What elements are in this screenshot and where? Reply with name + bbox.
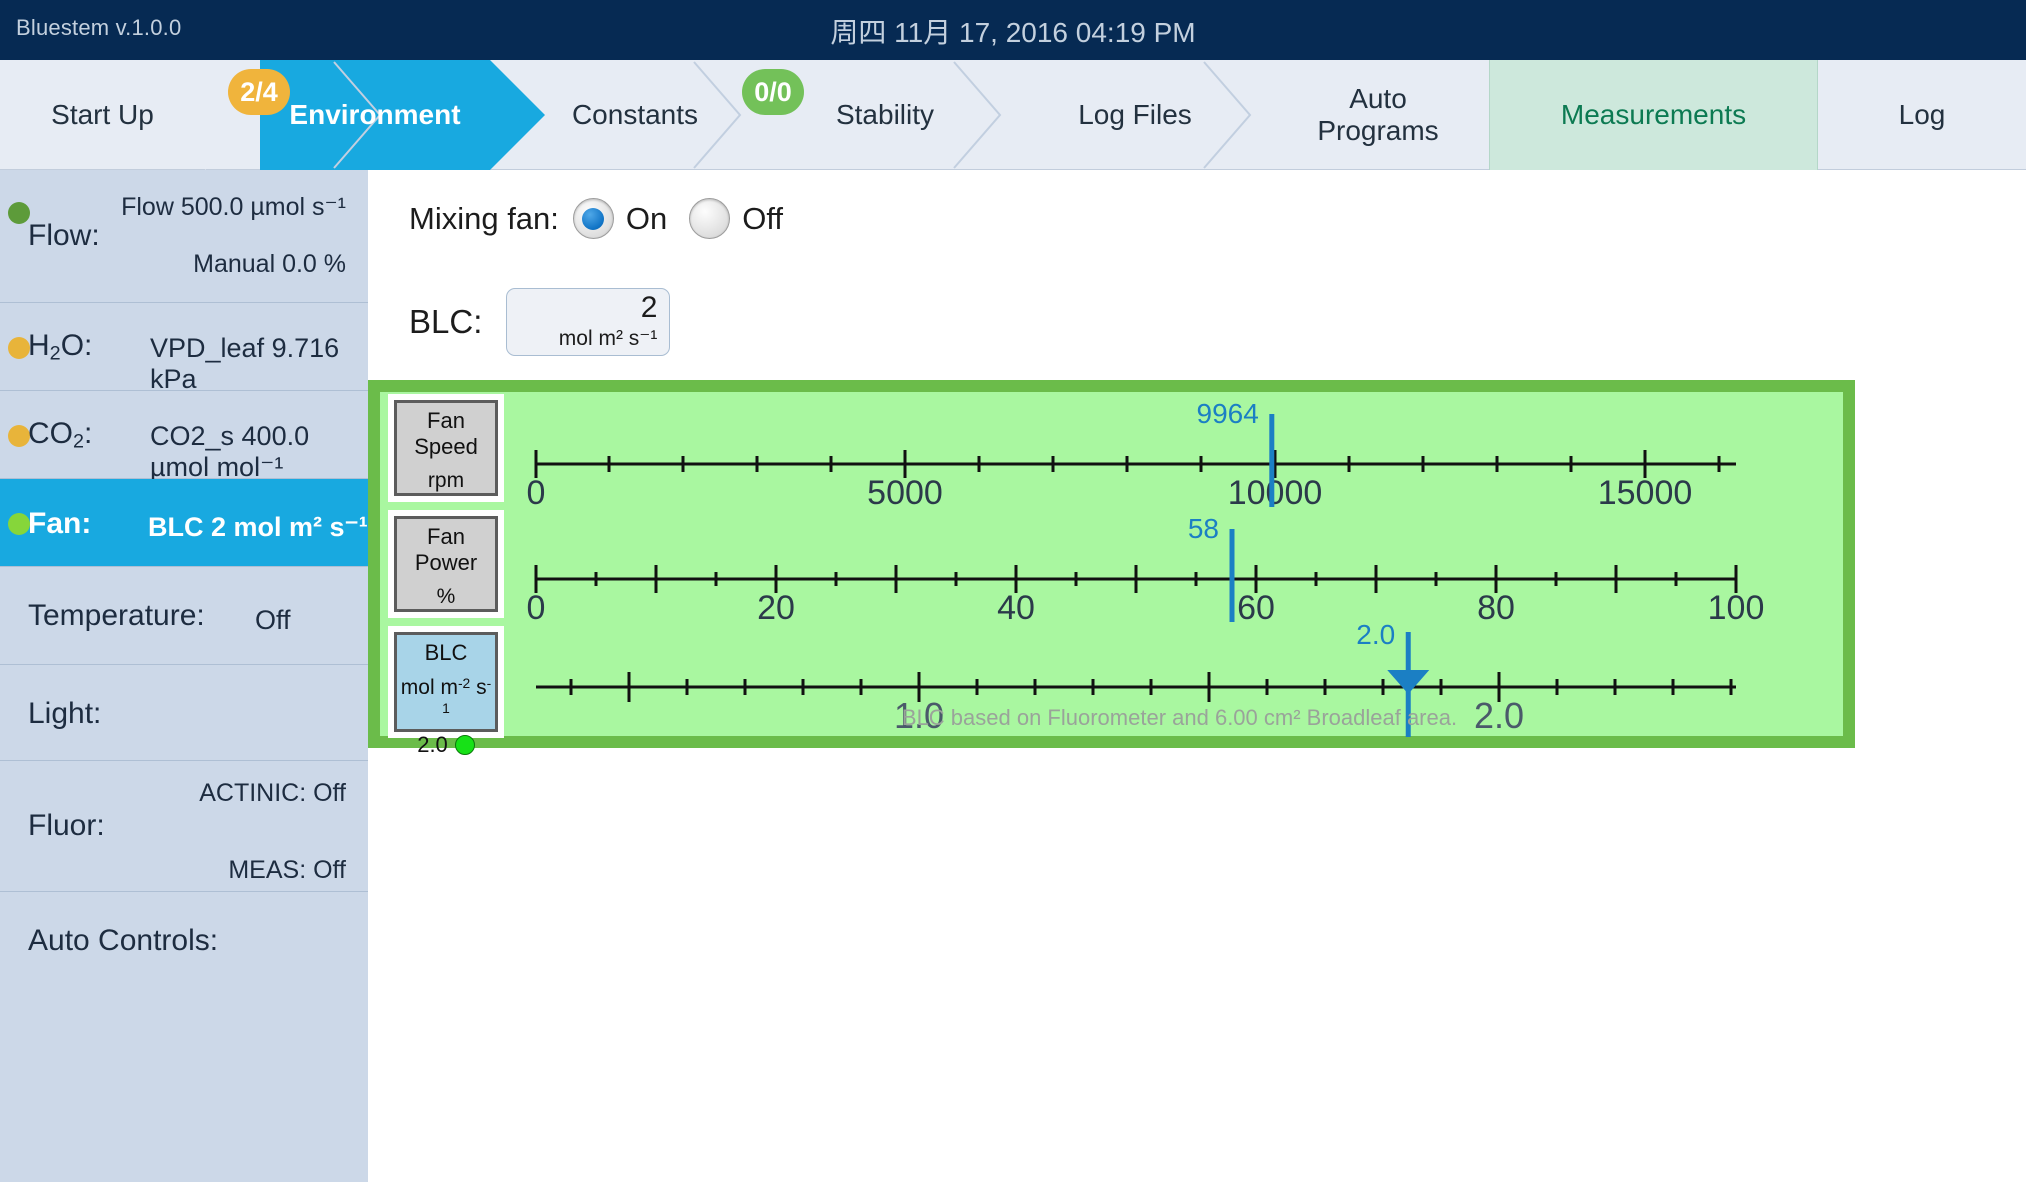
tab-start-up-label: Start Up — [51, 99, 154, 131]
status-dot-icon — [8, 337, 30, 359]
sidebar-item-flow-top-value: Flow 500.0 µmol s⁻¹ — [121, 193, 346, 221]
mixing-fan-on-label: On — [625, 200, 668, 236]
sidebar-item-temperature-label: Temperature: — [28, 599, 205, 632]
sidebar-item-co2-value: CO2_s 400.0 µmol mol⁻¹ — [150, 421, 310, 482]
tab-constants[interactable]: Constants — [510, 60, 760, 170]
tab-start-up[interactable]: Start Up — [0, 60, 205, 170]
status-dot-icon — [8, 425, 30, 447]
gauge-box-blc[interactable]: BLC mol m-2 s-1 2.0 — [394, 632, 498, 757]
sidebar-item-light[interactable]: Light: — [0, 665, 368, 761]
tab-measurements-label: Measurements — [1560, 99, 1747, 131]
tab-measurements[interactable]: Measurements — [1489, 60, 1818, 170]
svg-text:60: 60 — [1237, 589, 1275, 622]
sidebar-item-h2o-value: VPD_leaf 9.716 kPa — [150, 333, 340, 394]
gauge-scales: 0 5000 10000 15000 9964 0 20 40 60 80 10… — [516, 392, 1843, 737]
gauge-fan-speed-marker-label: 9964 — [1197, 398, 1259, 429]
tab-stability-label: Stability — [835, 99, 935, 131]
sidebar-item-flow-bottom-value: Manual 0.0 % — [193, 250, 346, 278]
clock-datetime: 周四 11月 17, 2016 04:19 PM — [830, 17, 1196, 48]
main-tab-bar: Start Up Environment 2/4 Constants Stabi… — [0, 60, 2026, 170]
sidebar-item-co2[interactable]: CO2: CO2_s 400.0 µmol mol⁻¹ — [0, 391, 368, 482]
sidebar-item-fluor-top-value: ACTINIC: Off — [199, 779, 346, 807]
gauge-box-blc-unit: mol m-2 s-1 — [400, 675, 492, 716]
svg-text:40: 40 — [997, 589, 1035, 622]
blc-setpoint-row: BLC: 2 mol m² s⁻¹ — [409, 288, 671, 356]
gauge-box-fan-power[interactable]: Fan Power % — [394, 516, 498, 612]
sidebar: Flow: Flow 500.0 µmol s⁻¹ Manual 0.0 % H… — [0, 170, 368, 1182]
sidebar-item-h2o-label: H2O: — [28, 329, 93, 365]
blc-setpoint-label: BLC: — [409, 303, 483, 340]
gauge-box-fan-speed-title: Fan Speed — [414, 408, 478, 459]
sidebar-item-flow[interactable]: Flow: Flow 500.0 µmol s⁻¹ Manual 0.0 % — [0, 170, 368, 303]
svg-text:100: 100 — [1708, 589, 1765, 622]
tab-auto-programs-line2: Programs — [1317, 115, 1439, 146]
tab-constants-label: Constants — [571, 99, 699, 131]
gauge-fan-power[interactable]: 0 20 40 60 80 100 58 — [516, 507, 1843, 622]
gauge-box-fan-speed-unit: rpm — [427, 469, 465, 492]
svg-text:0: 0 — [527, 474, 546, 507]
sidebar-item-fluor-label: Fluor: — [28, 809, 105, 842]
sidebar-item-fluor[interactable]: Fluor: ACTINIC: Off MEAS: Off — [0, 761, 368, 892]
sidebar-item-temperature[interactable]: Temperature: Off — [0, 567, 368, 665]
radio-selected-dot-icon — [582, 207, 605, 230]
main-content: Mixing fan: On Off BLC: 2 mol m² s⁻¹ Fan… — [368, 170, 2026, 1182]
gauge-box-blc-title: BLC — [424, 640, 468, 665]
mixing-fan-control: Mixing fan: On Off — [409, 198, 805, 239]
tab-log[interactable]: Log — [1818, 60, 2026, 170]
mixing-fan-on-radio[interactable] — [572, 198, 614, 239]
svg-text:10000: 10000 — [1228, 474, 1323, 507]
sidebar-item-light-label: Light: — [28, 697, 102, 730]
tab-auto-programs[interactable]: Auto Programs — [1258, 60, 1498, 170]
svg-text:20: 20 — [757, 589, 795, 622]
fan-gauge-panel: Fan Speed rpm Fan Power % BLC mol m-2 s-… — [368, 380, 1855, 757]
svg-text:0: 0 — [527, 589, 546, 622]
sidebar-item-co2-label: CO2: — [28, 417, 93, 453]
sidebar-item-fluor-bottom-value: MEAS: Off — [228, 856, 346, 884]
gauge-box-fan-speed[interactable]: Fan Speed rpm — [394, 400, 498, 496]
mixing-fan-off-radio[interactable] — [689, 198, 731, 239]
tab-environment-badge: 2/4 — [228, 69, 290, 115]
mixing-fan-off-label: Off — [742, 200, 784, 236]
gauge-label-column: Fan Speed rpm Fan Power % BLC mol m-2 s-… — [380, 392, 516, 757]
tab-environment[interactable]: Environment — [205, 60, 545, 170]
blc-setpoint-value: 2 — [640, 291, 658, 324]
svg-text:15000: 15000 — [1598, 474, 1693, 507]
mixing-fan-label: Mixing fan: — [409, 200, 559, 236]
sidebar-item-h2o[interactable]: H2O: VPD_leaf 9.716 kPa — [0, 303, 368, 394]
sidebar-item-temperature-value: Off — [255, 605, 291, 635]
gauge-blc-marker-label: 2.0 — [1356, 622, 1395, 650]
gauge-fan-speed[interactable]: 0 5000 10000 15000 9964 — [516, 392, 1843, 507]
status-led-icon — [454, 734, 475, 755]
tab-stability-badge: 0/0 — [742, 69, 804, 115]
tab-log-label: Log — [1898, 99, 1946, 131]
tab-environment-label: Environment — [289, 99, 461, 131]
tab-auto-programs-label: Auto Programs — [1313, 83, 1442, 147]
gauge-box-fan-power-unit: % — [436, 585, 456, 608]
svg-text:80: 80 — [1477, 589, 1515, 622]
title-bar: Bluestem v.1.0.0 周四 11月 17, 2016 04:19 P… — [0, 0, 2026, 60]
tab-log-files[interactable]: Log Files — [1010, 60, 1260, 170]
svg-text:5000: 5000 — [867, 474, 943, 507]
panel-footnote: BLC based on Fluorometer and 6.00 cm² Br… — [901, 705, 1458, 730]
blc-setpoint-input[interactable]: 2 mol m² s⁻¹ — [506, 288, 671, 356]
sidebar-item-auto-controls[interactable]: Auto Controls: — [0, 892, 368, 988]
sidebar-item-fan[interactable]: Fan: BLC 2 mol m² s⁻¹ — [0, 479, 368, 567]
gauge-blc-marker-triangle-icon — [1387, 670, 1430, 694]
sidebar-item-fan-value: BLC 2 mol m² s⁻¹ — [148, 512, 368, 542]
sidebar-item-auto-controls-label: Auto Controls: — [28, 924, 219, 957]
gauge-fan-power-marker-label: 58 — [1188, 513, 1219, 544]
gauge-box-blc-readout: 2.0 — [397, 732, 495, 758]
tab-auto-programs-line1: Auto — [1349, 83, 1407, 115]
blc-setpoint-unit: mol m² s⁻¹ — [558, 327, 658, 350]
gauge-box-fan-power-title: Fan Power — [414, 524, 478, 575]
status-dot-icon — [8, 202, 30, 224]
gauge-box-blc-value: 2.0 — [417, 731, 448, 757]
sidebar-item-flow-label: Flow: — [28, 219, 100, 252]
status-dot-icon — [8, 513, 30, 535]
sidebar-item-fan-label: Fan: — [28, 507, 92, 540]
tab-log-files-label: Log Files — [1078, 99, 1192, 131]
